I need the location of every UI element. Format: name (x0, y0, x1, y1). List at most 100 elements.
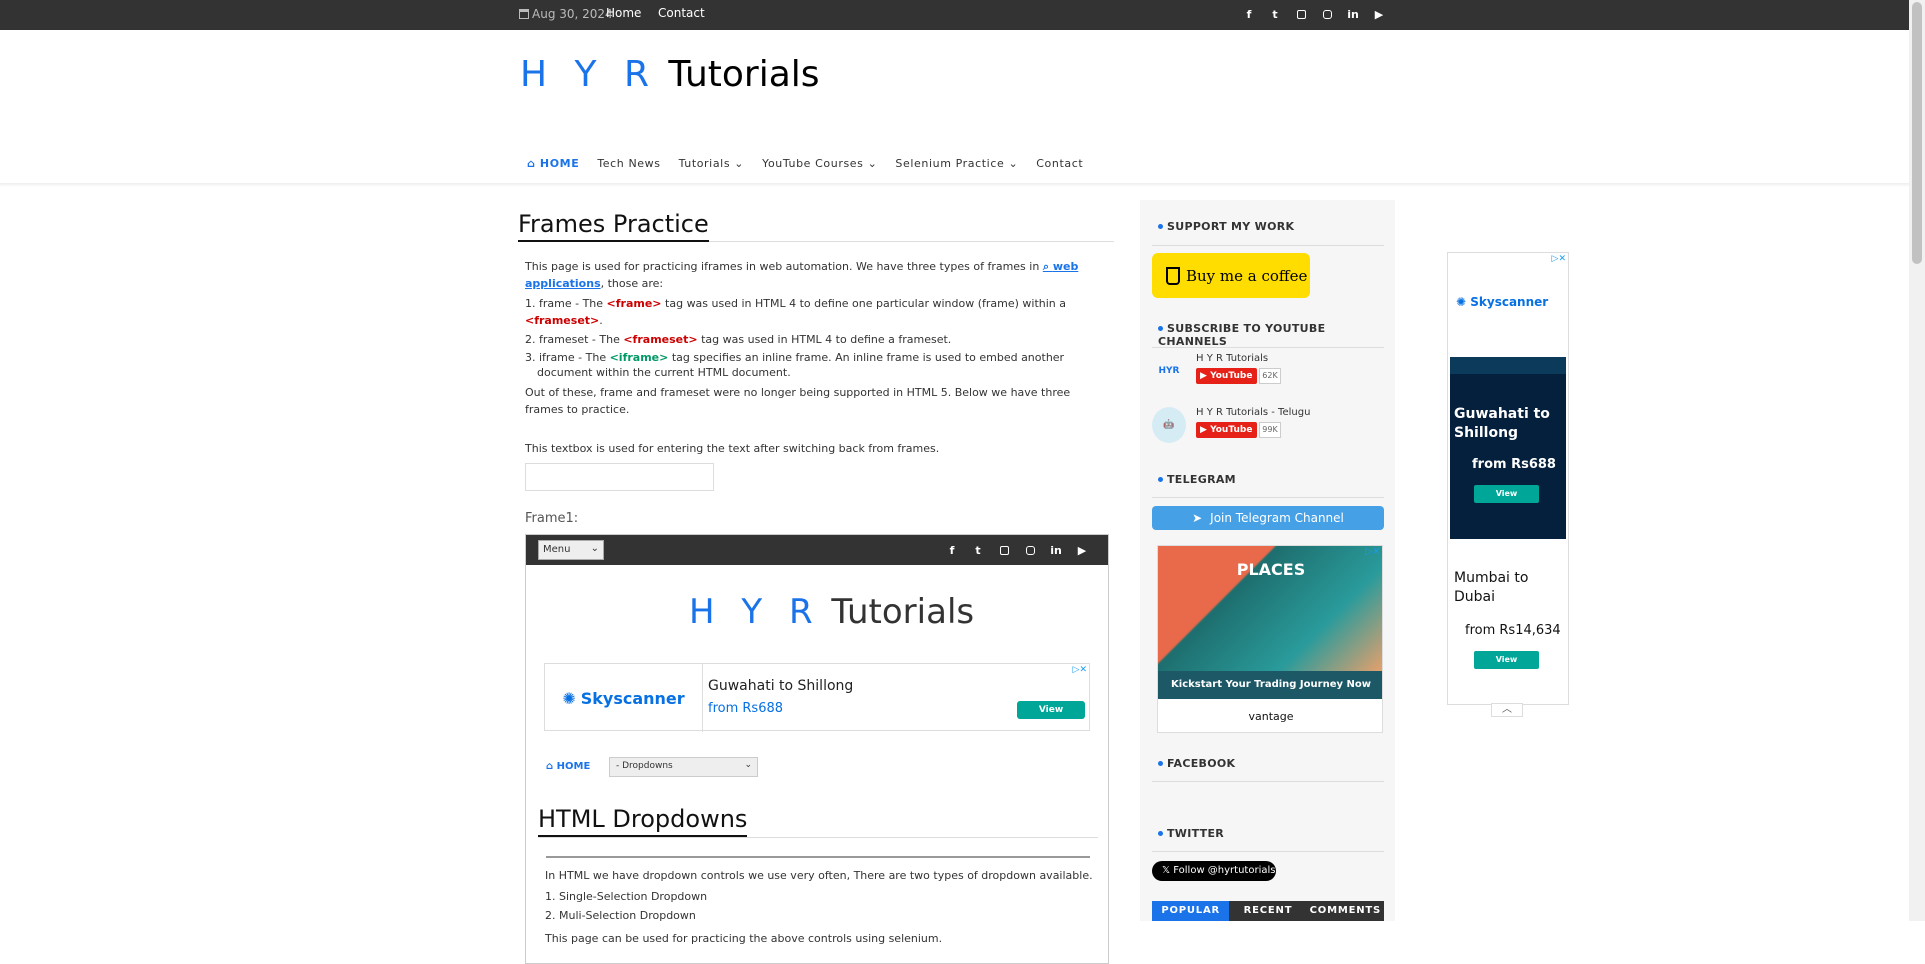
coffee-cup-icon (1166, 266, 1180, 285)
skyscanner-logo: ✺ Skyscanner (1456, 295, 1548, 309)
nav-contact[interactable]: Contact (1036, 157, 1083, 170)
ad-route-1: Guwahati to Shillong (1454, 406, 1550, 441)
frame-nav-home[interactable]: ⌂ HOME (546, 761, 590, 772)
youtube-icon[interactable]: ▶ (1076, 544, 1088, 557)
instagram-icon[interactable] (1024, 544, 1036, 556)
instagram-square-icon[interactable] (998, 544, 1010, 556)
youtube-subscribe-button[interactable]: ▶ YouTube (1196, 368, 1257, 384)
sidebar-divider (1152, 347, 1384, 348)
chevron-down-icon: ⌄ (590, 543, 599, 554)
channel-name: H Y R Tutorials - Telugu (1196, 407, 1311, 418)
vantage-ad[interactable]: PLACES Kickstart Your Trading Journey No… (1157, 545, 1383, 733)
nav-tutorials-label: Tutorials (678, 157, 731, 170)
join-telegram-button[interactable]: ➤ Join Telegram Channel (1152, 506, 1384, 530)
frame-title-divider (538, 837, 1098, 838)
ad-close-icon[interactable]: ▷✕ (1366, 547, 1380, 557)
nav-tutorials[interactable]: Tutorials ⌄ (679, 157, 745, 170)
ad-close-icon[interactable]: ▷✕ (1073, 665, 1087, 675)
nav-selenium-practice[interactable]: Selenium Practice ⌄ (895, 157, 1018, 170)
search-icon: ⌕ (1042, 260, 1049, 273)
telegram-icon: ➤ (1192, 511, 1203, 525)
nav-youtube-courses-label: YouTube Courses (762, 157, 864, 170)
intro-text: This page is used for practicing iframes… (525, 258, 1110, 491)
frame-text-1: In HTML we have dropdown controls we use… (545, 869, 1093, 882)
main-content: Frames Practice This page is used for pr… (518, 200, 1114, 964)
facebook-icon[interactable]: f (1243, 8, 1255, 21)
channel-hyr[interactable]: HYR H Y R Tutorials ▶ YouTube 62K (1152, 353, 1382, 393)
frame-logo[interactable]: H Y R Tutorials (689, 592, 974, 632)
hyr-avatar: HYR (1158, 366, 1180, 376)
nav-youtube-courses[interactable]: YouTube Courses ⌄ (762, 157, 877, 170)
youtube-button-label: YouTube (1210, 425, 1253, 435)
buy-coffee-label: Buy me a coffee (1186, 266, 1308, 285)
menu-select[interactable]: Menu ⌄ (538, 540, 604, 560)
item3-a: 3. iframe - The (525, 351, 607, 364)
ad-price-2: from Rs14,634 (1465, 623, 1561, 638)
instagram-icon[interactable] (1321, 8, 1333, 20)
buy-coffee-button[interactable]: Buy me a coffee (1152, 253, 1310, 298)
ad-price-1: from Rs688 (1472, 457, 1556, 472)
ad-close-icon[interactable]: ▷✕ (1552, 254, 1566, 264)
ad-title: PLACES (1236, 560, 1306, 579)
frame-text-3: 2. Muli-Selection Dropdown (545, 909, 696, 922)
dropdown-nav-value: - Dropdowns (616, 761, 673, 771)
nav-tech-news[interactable]: Tech News (597, 157, 660, 170)
skyscanner-ad[interactable]: ✺ Skyscanner Guwahati to Shillong from Rs… (544, 663, 1090, 732)
ad-view-button-2[interactable]: View (1474, 651, 1539, 669)
subscribe-heading: SUBSCRIBE TO YOUTUBE CHANNELS (1158, 322, 1395, 348)
linkedin-icon[interactable]: in (1050, 544, 1062, 557)
chevron-up-icon[interactable]: ︿ (1491, 703, 1523, 717)
chevron-down-icon: ⌄ (734, 157, 745, 170)
top-bar: Aug 30, 2024 Home Contact f t in ▶ (0, 0, 1909, 30)
frameset-tag: <frameset> (525, 314, 600, 327)
frame-text-4: This page can be used for practicing the… (545, 932, 943, 945)
frame-top-bar: Menu ⌄ f t in ▶ (526, 535, 1108, 565)
frame1[interactable]: Menu ⌄ f t in ▶ H Y R Tutorials ✺ Skyscann… (525, 534, 1109, 964)
youtube-icon[interactable]: ▶ (1373, 8, 1385, 21)
facebook-icon[interactable]: f (946, 544, 958, 557)
frame-logo-tutorials: Tutorials (831, 592, 975, 632)
text-input[interactable] (525, 463, 714, 491)
frame-body: In HTML we have dropdown controls we use… (545, 866, 1093, 948)
robot-avatar: 🤖 (1152, 407, 1186, 443)
youtube-subscribe-button[interactable]: ▶ YouTube (1196, 422, 1257, 438)
subscriber-count: 99K (1259, 422, 1281, 438)
instagram-square-icon[interactable] (1295, 8, 1307, 20)
page-scrollbar[interactable] (1909, 0, 1925, 921)
page-title: Frames Practice (518, 210, 709, 242)
twitter-icon[interactable]: t (1269, 8, 1281, 21)
scrollbar-thumb[interactable] (1912, 2, 1922, 264)
channel-hyr-telugu[interactable]: 🤖 H Y R Tutorials - Telugu ▶ YouTube 99K (1152, 407, 1382, 447)
tab-recent[interactable]: RECENT (1229, 901, 1306, 921)
item2-b: tag was used in HTML 4 to define a frame… (701, 333, 952, 346)
header-divider (0, 183, 1909, 187)
tab-comments[interactable]: COMMENTS (1307, 901, 1384, 921)
frame1-label: Frame1: (525, 511, 579, 526)
ad-route-2: Mumbai to Dubai (1454, 570, 1529, 605)
dropdown-nav-select[interactable]: - Dropdowns ⌄ (609, 757, 758, 777)
youtube-button-label: YouTube (1210, 371, 1253, 381)
nav-home-label: HOME (539, 157, 580, 170)
ad-view-button-1[interactable]: View (1474, 485, 1539, 503)
frame-nav-home-label: HOME (556, 761, 591, 772)
site-logo[interactable]: H Y R Tutorials (520, 54, 820, 95)
subscriber-count: 62K (1259, 368, 1281, 384)
twitter-heading: TWITTER (1158, 827, 1224, 840)
skyscanner-side-ad[interactable]: ▷✕ ✺ Skyscanner Guwahati to Shillong fro… (1447, 252, 1569, 717)
logo-tutorials: Tutorials (668, 54, 820, 95)
chevron-down-icon: ⌄ (1008, 157, 1019, 170)
twitter-follow-button[interactable]: 𝕏 Follow @hyrtutorials (1152, 861, 1276, 881)
item1-a: 1. frame - The (525, 297, 604, 310)
ad-view-button[interactable]: View (1017, 701, 1085, 719)
top-link-home[interactable]: Home (606, 6, 641, 20)
support-heading: SUPPORT MY WORK (1158, 220, 1294, 233)
twitter-icon[interactable]: t (972, 544, 984, 557)
nav-home[interactable]: ⌂ HOME (527, 157, 579, 170)
sidebar-divider (1152, 497, 1384, 498)
top-link-contact[interactable]: Contact (658, 6, 705, 20)
list-item-frameset: 2. frameset - The <frameset> tag was use… (525, 331, 1110, 348)
ad-route: Guwahati to Shillong (708, 678, 854, 694)
linkedin-icon[interactable]: in (1347, 8, 1359, 21)
tab-popular[interactable]: POPULAR (1152, 901, 1230, 921)
date-text: Aug 30, 2024 (532, 7, 613, 21)
